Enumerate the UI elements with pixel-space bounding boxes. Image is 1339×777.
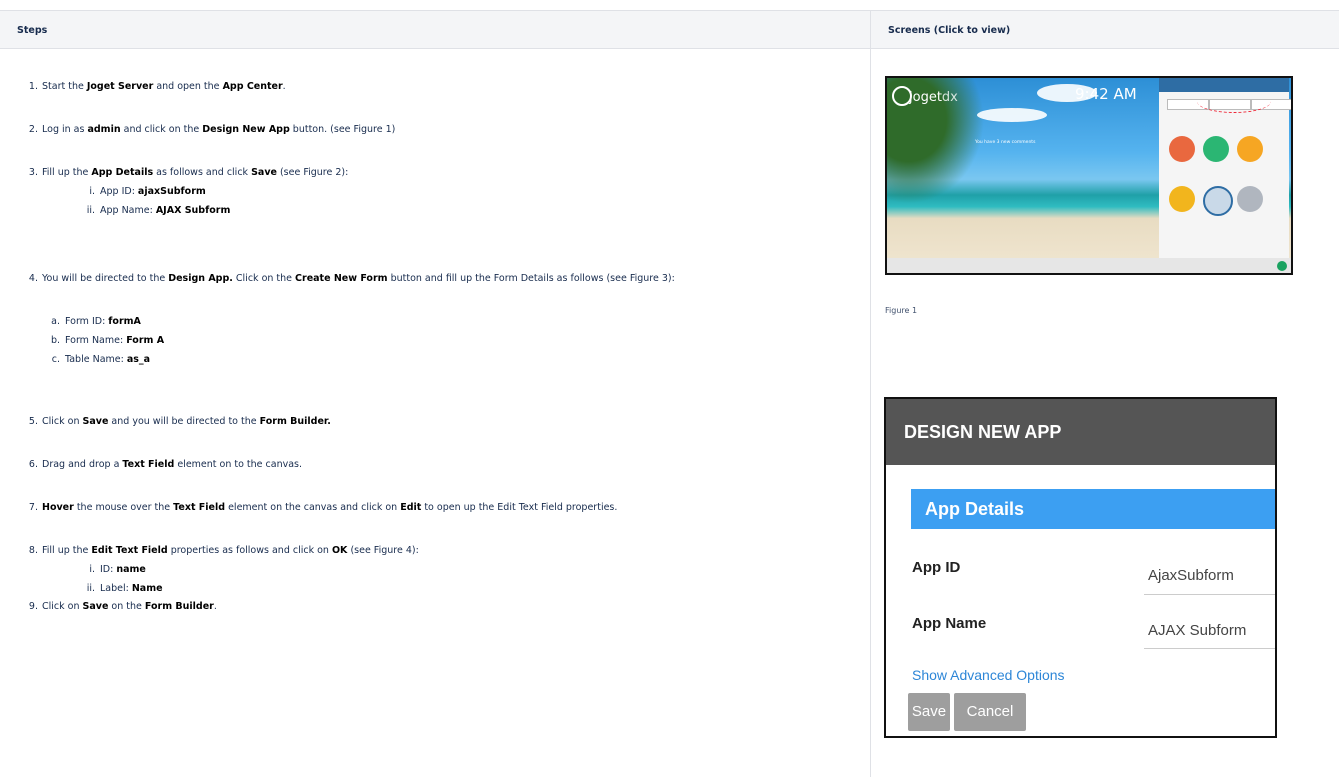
column-divider: [870, 49, 871, 777]
status-dot-icon: [1277, 261, 1287, 271]
cloud: [977, 108, 1047, 122]
app-id-value: AjaxSubform: [1148, 567, 1234, 584]
step-8-sub-2: ii. Label: Name: [86, 583, 163, 594]
app-icon: [1237, 186, 1263, 212]
app-name-label: App Name: [912, 615, 987, 632]
step-3: 3. Fill up the App Details as follows and…: [28, 167, 349, 178]
app-details-section: App Details: [911, 489, 1275, 529]
step-4-sub-c: c. Table Name: as_a: [51, 354, 151, 365]
step-9: 9. Click on Save on the Form Builder.: [28, 601, 217, 612]
figure-1-screenshot[interactable]: jogetdx 9:42 AM You have 3 new comments: [885, 76, 1293, 275]
figure-1-caption: Figure 1: [885, 306, 918, 315]
header-screens: Screens (Click to view): [870, 10, 1339, 49]
app-icon: [1203, 186, 1233, 216]
step-2: 2. Log in as admin and click on the Desig…: [28, 124, 396, 135]
step-3-sub-2: ii. App Name: AJAX Subform: [86, 205, 231, 216]
save-button: Save: [908, 693, 950, 731]
step-1: 1. Start the Joget Server and open the Ap…: [28, 81, 286, 92]
app-id-label: App ID: [912, 559, 961, 576]
step-4-sub-a: a. Form ID: formA: [51, 316, 141, 327]
step-4-sub-b: b. Form Name: Form A: [50, 335, 165, 346]
step-8-sub-1: i. ID: name: [89, 564, 146, 575]
app-id-underline: [1144, 594, 1275, 595]
step-3-sub-1: i. App ID: ajaxSubform: [89, 186, 206, 197]
app-icon: [1169, 186, 1195, 212]
steps-table: Steps Screens (Click to view) 1. Start th…: [0, 0, 1339, 777]
step-6: 6. Drag and drop a Text Field element on …: [28, 459, 303, 470]
step-5: 5. Click on Save and you will be directed…: [28, 416, 331, 427]
show-advanced-options-link: Show Advanced Options: [912, 667, 1065, 683]
cancel-button: Cancel: [954, 693, 1026, 731]
figure-2-screenshot[interactable]: DESIGN NEW APP App Details App ID AjaxSu…: [884, 397, 1277, 738]
app-icon: [1203, 136, 1229, 162]
header-steps: Steps: [0, 10, 870, 49]
highlight-arrow: [1197, 90, 1271, 113]
app-name-value: AJAX Subform: [1148, 622, 1247, 639]
step-4: 4. You will be directed to the Design App…: [28, 273, 675, 284]
step-7: 7. Hover the mouse over the Text Field el…: [28, 502, 618, 513]
notification-message: You have 3 new comments: [975, 140, 1036, 145]
brand-text: jogetdx: [909, 90, 958, 105]
clock-time: 9:42 AM: [1075, 85, 1137, 103]
app-name-underline: [1144, 648, 1275, 649]
taskbar: [887, 258, 1291, 273]
app-icon: [1169, 136, 1195, 162]
app-icon: [1237, 136, 1263, 162]
dialog-header: DESIGN NEW APP: [886, 399, 1275, 465]
step-8: 8. Fill up the Edit Text Field properties…: [28, 545, 419, 556]
